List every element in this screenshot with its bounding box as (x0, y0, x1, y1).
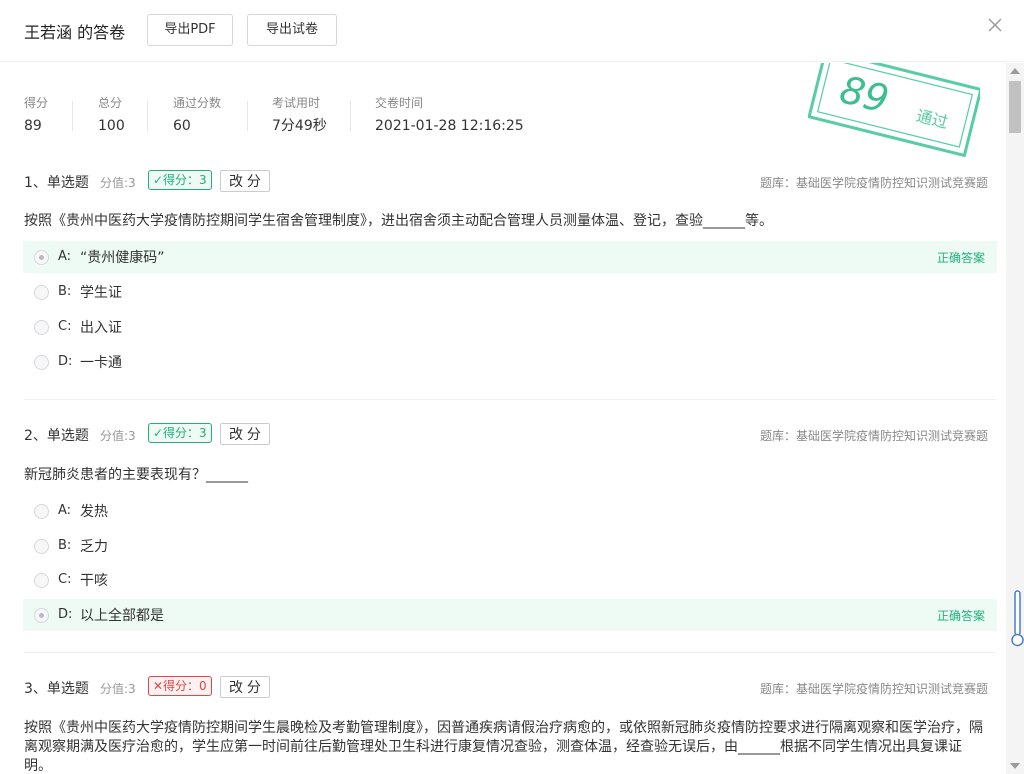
radio-icon[interactable] (34, 285, 49, 300)
score-badge: ✓得分：3 (148, 170, 212, 190)
option-a[interactable]: A: “贵州健康码” 正确答案 (23, 241, 997, 273)
question-2-header: 2、单选题 分值:3 ✓得分：3 改 分 题库：基础医学院疫情防控知识测试竞赛题 (24, 423, 988, 445)
question-number: 1、单选题 (24, 175, 89, 191)
radio-icon[interactable] (34, 320, 49, 335)
score-badge: ✓得分：3 (148, 423, 212, 443)
vertical-scrollbar[interactable] (1006, 63, 1024, 774)
question-3-header: 3、单选题 分值:3 ✕得分：0 改 分 题库：基础医学院疫情防控知识测试竞赛题 (24, 676, 988, 698)
question-text: 按照《贵州中医药大学疫情防控期间学生宿舍管理制度》，进出宿舍须主动配合管理人员测… (24, 213, 773, 229)
question-1-header: 1、单选题 分值:3 ✓得分：3 改 分 题库：基础医学院疫情防控知识测试竞赛题 (24, 170, 988, 192)
export-paper-button[interactable]: 导出试卷 (247, 14, 337, 46)
question-text: 按照《贵州中医药大学疫情防控期间学生晨晚检及考勤管理制度》，因普通疾病请假治疗病… (24, 720, 983, 774)
stat-divider (147, 101, 148, 131)
question-points: 分值:3 (100, 682, 136, 696)
scroll-down-icon[interactable] (1010, 763, 1020, 769)
question-bank: 题库：基础医学院疫情防控知识测试竞赛题 (759, 176, 988, 190)
close-icon[interactable] (986, 16, 1004, 34)
pass-stamp: 89 通过 (808, 63, 980, 158)
option-a[interactable]: A: 发热 (23, 495, 997, 527)
question-points: 分值:3 (100, 429, 136, 443)
option-c[interactable]: C: 出入证 (23, 311, 997, 343)
exam-stats: 得分 89 总分 100 通过分数 60 考试用时 7分49秒 交卷时间 202… (0, 95, 800, 135)
stat-divider (72, 101, 73, 131)
radio-icon[interactable] (34, 539, 49, 554)
question-number: 3、单选题 (24, 681, 89, 697)
stat-divider (350, 101, 351, 131)
option-b[interactable]: B: 乏力 (23, 530, 997, 562)
option-d[interactable]: D: 一卡通 (23, 346, 997, 378)
stamp-status: 通过 (914, 106, 950, 132)
scroll-up-icon[interactable] (1010, 68, 1020, 74)
option-d[interactable]: D: 以上全部都是 正确答案 (23, 599, 997, 631)
answer-sheet-content: 得分 89 总分 100 通过分数 60 考试用时 7分49秒 交卷时间 202… (0, 63, 1006, 774)
stat-divider (247, 101, 248, 131)
radio-icon[interactable] (34, 573, 49, 588)
question-points: 分值:3 (100, 176, 136, 190)
question-bank: 题库：基础医学院疫情防控知识测试竞赛题 (759, 682, 988, 696)
question-text: 新冠肺炎患者的主要表现有？______ (24, 467, 248, 483)
question-divider (24, 399, 996, 400)
stamp-score: 89 (836, 67, 894, 121)
scrollbar-thumb[interactable] (1009, 81, 1021, 133)
question-number: 2、单选题 (24, 428, 89, 444)
correct-answer-tag: 正确答案 (936, 609, 985, 623)
correct-answer-tag: 正确答案 (936, 251, 985, 265)
regrade-button[interactable]: 改 分 (220, 170, 270, 192)
question-bank: 题库：基础医学院疫情防控知识测试竞赛题 (759, 429, 988, 443)
regrade-button[interactable]: 改 分 (220, 676, 270, 698)
thermometer-handle-icon[interactable] (1011, 590, 1024, 648)
page-title: 王若涵 的答卷 (24, 23, 126, 42)
regrade-button[interactable]: 改 分 (220, 423, 270, 445)
stat-submit-time: 交卷时间 2021-01-28 12:16:25 (375, 96, 524, 134)
radio-selected-icon[interactable] (34, 250, 49, 265)
option-c[interactable]: C: 干咳 (23, 564, 997, 596)
stat-duration: 考试用时 7分49秒 (272, 96, 327, 134)
score-badge: ✕得分：0 (148, 676, 212, 696)
dialog-header: 王若涵 的答卷 导出PDF 导出试卷 (0, 0, 1024, 62)
stat-pass-score: 通过分数 60 (173, 96, 222, 134)
export-pdf-button[interactable]: 导出PDF (147, 14, 233, 46)
stat-total: 总分 100 (98, 96, 125, 134)
option-b[interactable]: B: 学生证 (23, 276, 997, 308)
stat-score: 得分 89 (24, 96, 49, 134)
radio-icon[interactable] (34, 355, 49, 370)
radio-icon[interactable] (34, 504, 49, 519)
question-divider (24, 652, 996, 653)
radio-selected-icon[interactable] (34, 608, 49, 623)
